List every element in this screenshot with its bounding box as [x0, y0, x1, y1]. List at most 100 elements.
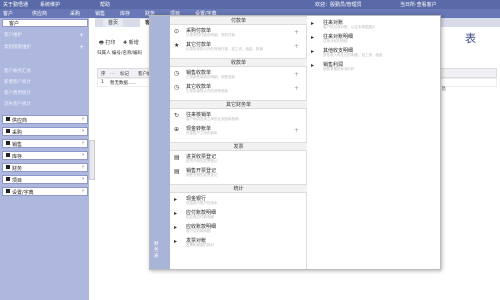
module-label: 项目	[12, 178, 23, 184]
menu-item-desc: 供应商应付款明细	[186, 215, 214, 219]
topbar-item-help[interactable]: 帮助	[100, 1, 110, 8]
sidebar-report-expense[interactable]: 客户费用统计	[4, 90, 86, 99]
add-icon[interactable]: +	[79, 44, 84, 51]
row-index: 1	[101, 80, 104, 85]
sidebar-sub-category[interactable]: 类别限额维护 +	[4, 44, 86, 53]
menu-item-purchase-invoice[interactable]: ▤ 进货收票登记 进货开具的发票登记	[170, 152, 305, 166]
topbar-right[interactable]: 当日所·查看客户	[400, 1, 437, 8]
sidebar-report-new[interactable]: 新增客户统计	[4, 79, 86, 88]
sidebar-sub-customer-maintain[interactable]: 客户维护 +	[4, 32, 86, 41]
chevron-right-icon: ›	[82, 164, 84, 170]
print-label: 打印	[105, 40, 116, 46]
section-statistics: 统计	[170, 184, 307, 193]
menu-item-sales-profit[interactable]: ▸ 销售利润 销售单据的利润分析	[307, 60, 442, 74]
sidebar-header[interactable]: 客户	[2, 19, 88, 27]
module-icon	[6, 117, 10, 121]
add-icon[interactable]: +	[79, 32, 84, 39]
menu-item-desc: 记录采购付款的明细，采购付款	[186, 33, 235, 37]
sidebar-report-lost[interactable]: 流失客户统计	[4, 101, 86, 110]
menu-item-desc: 客户供应商对账，以往来单据展示	[323, 25, 376, 29]
top-bar: 关于勤悟通 系统维护 帮助 欢迎：殷勤员/管理员 当日所·查看客户	[0, 0, 500, 9]
menu-item-sales-invoice[interactable]: ▤ 销售开票登记 销售开具的发票登记	[170, 166, 305, 180]
add-label: 新增	[128, 40, 139, 46]
menu-item-desc: 记录除采购以外的其他付款，如工资、租金、报销	[186, 47, 263, 51]
topbar-item-about[interactable]: 关于勤悟通	[3, 1, 28, 8]
menu-item-desc: 记录除销售以外的其他收款	[186, 89, 228, 93]
sidebar-module-settings[interactable]: 设置/字典 ›	[2, 187, 88, 196]
sidebar-report-label: 新增客户统计	[4, 80, 31, 85]
triangle-right-icon: ▸	[311, 34, 315, 41]
toolbar-inventory[interactable]: 库存	[120, 10, 130, 17]
menu-item-desc: 销售开具的发票登记	[186, 173, 218, 177]
invoice-icon: ▤	[174, 154, 180, 161]
menu-item-other-payment[interactable]: ★ 其它付款单 记录除采购以外的其他付款，如工资、租金、报销 +	[170, 40, 305, 54]
print-button[interactable]: 🖶 打印	[99, 39, 115, 48]
chevron-right-icon: ›	[82, 116, 84, 122]
add-button[interactable]: ✚ 新增	[123, 39, 139, 46]
row-empty-text: 暂无数据......	[110, 81, 137, 86]
module-label: 库存	[12, 154, 23, 160]
page-title: 表	[465, 32, 476, 45]
filter-bar[interactable]: 归属人 编号/名称/编码	[97, 50, 142, 56]
menu-item-account-reconcile[interactable]: ▸ 往来对账 客户供应商对账，以往来单据展示	[307, 18, 442, 32]
tab-home[interactable]: 首页	[103, 19, 124, 27]
topbar-item-system[interactable]: 系统维护	[40, 1, 60, 8]
menu-item-desc: 销售单据的利润分析	[323, 67, 355, 71]
grid-col-more: ...	[110, 71, 115, 76]
section-payment: 付款单	[170, 16, 307, 25]
clock-icon: ◷	[174, 84, 180, 91]
menu-item-desc: 现金银行账户的流水	[186, 201, 218, 205]
toolbar-sales[interactable]: 销售	[95, 10, 105, 17]
module-label: 销售	[12, 142, 23, 148]
menu-item-writeoff[interactable]: ↻ 往来核销单 客户和供应商之间的往来账款核销	[170, 110, 305, 124]
menu-item-cash-transfer[interactable]: ⊕ 现金转帐单 资金账户之间的转帐 +	[170, 124, 305, 138]
menu-item-cash-bank[interactable]: ▸ 现金银行 现金银行账户的流水	[170, 194, 305, 208]
module-icon	[6, 177, 10, 181]
section-invoice: 发票	[170, 142, 307, 151]
sidebar-module-inventory[interactable]: 库存 ›	[2, 151, 88, 160]
sidebar-module-project[interactable]: 项目 ›	[2, 175, 88, 184]
menu-item-payable-detail[interactable]: ▸ 应付账款明细 供应商应付款明细	[170, 208, 305, 222]
menu-item-desc: 进货开具的发票登记	[186, 159, 218, 163]
menu-item-purchase-payment[interactable]: ⊙ 采购付款单 记录采购付款的明细，采购付款 +	[170, 26, 305, 40]
add-icon[interactable]: +	[294, 127, 299, 134]
gear-icon	[6, 189, 10, 193]
module-label: 采购	[12, 130, 23, 136]
sidebar-module-supplier[interactable]: 供应商 ›	[2, 115, 88, 124]
sidebar-module-purchase[interactable]: 采购 ›	[2, 127, 88, 136]
menu-item-sales-receipt[interactable]: ◷ 销售收款单 记录销售收款的明细，销售收款 +	[170, 68, 305, 82]
sidebar-report-summary[interactable]: 客户帐务汇总	[4, 68, 86, 77]
triangle-right-icon: ▸	[174, 224, 178, 231]
triangle-right-icon: ▸	[311, 20, 315, 27]
add-icon[interactable]: +	[294, 29, 299, 36]
sidebar-report-label: 流失客户统计	[4, 102, 31, 107]
add-icon[interactable]: +	[294, 71, 299, 78]
toolbar-purchase[interactable]: 采购	[70, 10, 80, 17]
sidebar-header-label: 客户	[9, 21, 20, 27]
triangle-right-icon: ▸	[311, 62, 315, 69]
toolbar-supplier[interactable]: 供应商	[32, 10, 47, 17]
add-icon[interactable]: +	[294, 85, 299, 92]
sidebar-module-finance[interactable]: 财务 ›	[2, 163, 88, 172]
menu-item-invoice-reconcile[interactable]: ▸ 发票对帐 发票和单据的核对	[170, 236, 305, 250]
grid-col-index: 序	[101, 72, 106, 77]
menu-item-account-reconcile-detail[interactable]: ▸ 往来对账明细 往来对帐的明细	[307, 32, 442, 46]
chevron-right-icon: ›	[82, 176, 84, 182]
menu-item-other-income-expense[interactable]: ▸ 其他收支明细 其他收入和支出的明细，如工资、租金	[307, 46, 442, 60]
add-icon[interactable]: +	[294, 43, 299, 50]
grid-col-mark: 标记	[120, 72, 129, 77]
section-other-finance: 其它财务单	[170, 100, 307, 109]
menu-item-receivable-detail[interactable]: ▸ 应收账款明细 客户应收款明细	[170, 222, 305, 236]
sidebar-module-sales[interactable]: 销售 ›	[2, 139, 88, 148]
menu-item-other-receipt[interactable]: ◷ 其它收款单 记录除销售以外的其他收款 +	[170, 82, 305, 96]
chevron-right-icon: ›	[82, 140, 84, 146]
flyout-column-1: 付款单 ⊙ 采购付款单 记录采购付款的明细，采购付款 + ★ 其它付款单 记录除…	[170, 16, 307, 269]
toolbar-customer[interactable]: 客户	[3, 10, 13, 17]
triangle-right-icon: ▸	[174, 210, 178, 217]
invoice-icon: ▤	[174, 168, 180, 175]
menu-item-desc: 发票和单据的核对	[186, 243, 214, 247]
module-icon	[6, 153, 10, 157]
sidebar-report-label: 客户帐务汇总	[4, 69, 31, 74]
menu-item-desc: 客户应收款明细	[186, 229, 211, 233]
module-icon	[6, 129, 10, 133]
